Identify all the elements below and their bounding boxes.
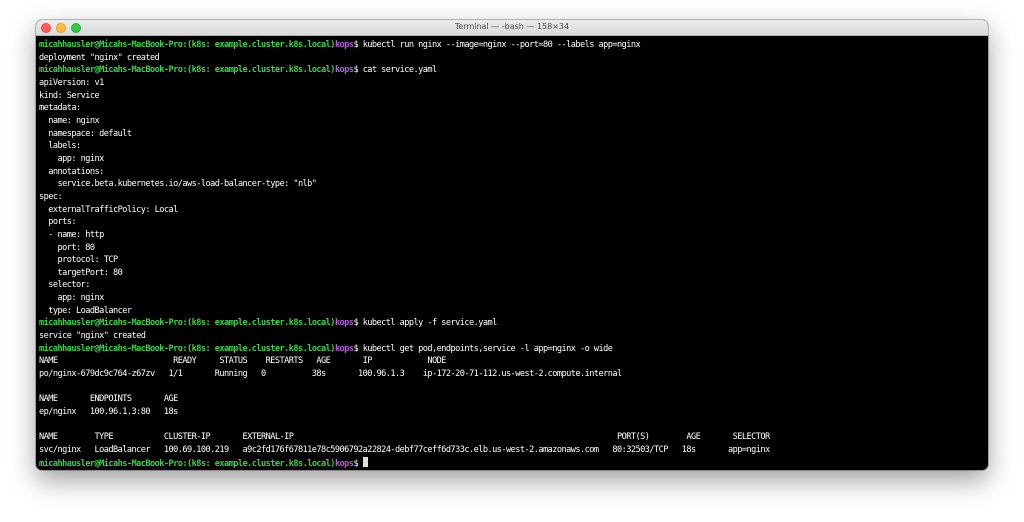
output-line: po/nginx-679dc9c764-z67zv 1/1 Running 0 …	[39, 369, 622, 380]
output-line: namespace: default	[39, 128, 132, 139]
output-line: spec:	[39, 191, 63, 202]
output-line: protocol: TCP	[39, 255, 118, 266]
command-text: kubectl get pod,endpoints,service -l app…	[362, 343, 613, 354]
prompt-user-host: micahhausler@Micahs-MacBook-Pro	[39, 458, 183, 469]
output-line: app: nginx	[39, 293, 104, 304]
output-line: app: nginx	[39, 153, 104, 164]
prompt-profile: kops	[334, 343, 354, 354]
prompt-k8s-context: :(k8s: example.cluster.k8s.local)	[182, 343, 335, 354]
output-line: ports:	[39, 217, 76, 228]
window-title: Terminal — -bash — 158×34	[454, 22, 570, 31]
prompt-profile: kops	[334, 40, 354, 50]
terminal-output[interactable]: micahhausler@Micahs-MacBook-Pro:(k8s: ex…	[36, 36, 988, 469]
output-line: - name: http	[39, 229, 104, 240]
command-line: micahhausler@Micahs-MacBook-Pro:(k8s: ex…	[39, 64, 988, 77]
output-line: service.beta.kubernetes.io/aws-load-bala…	[39, 179, 317, 190]
prompt-symbol: $	[353, 65, 363, 76]
prompt-user-host: micahhausler@Micahs-MacBook-Pro	[39, 65, 183, 76]
output-line: NAME READY STATUS RESTARTS AGE IP NODE	[39, 356, 446, 367]
command-text: kubectl apply -f service.yaml	[362, 318, 498, 329]
output-line: annotations:	[39, 166, 104, 177]
prompt-symbol: $	[353, 318, 363, 329]
prompt-k8s-context: :(k8s: example.cluster.k8s.local)	[182, 65, 335, 76]
prompt-profile: kops	[334, 458, 354, 469]
output-line: labels:	[39, 141, 81, 152]
output-line: kind: Service	[39, 90, 100, 101]
terminal-window: Terminal — -bash — 158×34 micahhausler@M…	[36, 20, 988, 470]
output-line: service "nginx" created	[39, 331, 146, 342]
prompt-symbol: $	[353, 343, 363, 354]
prompt-symbol: $	[353, 458, 363, 469]
prompt-profile: kops	[334, 318, 354, 329]
output-line: metadata:	[39, 103, 81, 114]
text-cursor	[362, 456, 368, 467]
output-line: externalTrafficPolicy: Local	[39, 204, 178, 215]
output-line: port: 80	[39, 242, 95, 253]
prompt-profile: kops	[334, 65, 354, 76]
prompt-k8s-context: :(k8s: example.cluster.k8s.local)	[182, 318, 335, 329]
command-line: micahhausler@Micahs-MacBook-Pro:(k8s: ex…	[39, 317, 988, 330]
command-text: kubectl run nginx --image=nginx --port=8…	[362, 40, 641, 50]
current-prompt-line: micahhausler@Micahs-MacBook-Pro:(k8s: ex…	[39, 456, 988, 470]
output-line: type: LoadBalancer	[39, 305, 132, 316]
output-line: ep/nginx 100.96.1.3:80 18s	[39, 407, 178, 418]
title-bar[interactable]: Terminal — -bash — 158×34	[36, 20, 988, 36]
output-line: targetPort: 80	[39, 267, 123, 278]
output-line: deployment "nginx" created	[39, 52, 160, 63]
output-line: NAME TYPE CLUSTER-IP EXTERNAL-IP PORT(S)…	[39, 432, 770, 443]
command-line: micahhausler@Micahs-MacBook-Pro:(k8s: ex…	[39, 39, 988, 52]
output-line: name: nginx	[39, 115, 100, 126]
prompt-symbol: $	[353, 40, 363, 50]
prompt-user-host: micahhausler@Micahs-MacBook-Pro	[39, 40, 183, 50]
prompt-k8s-context: :(k8s: example.cluster.k8s.local)	[182, 40, 335, 50]
output-line: selector:	[39, 280, 90, 291]
output-line: apiVersion: v1	[39, 77, 104, 88]
command-text: cat service.yaml	[362, 65, 438, 76]
prompt-user-host: micahhausler@Micahs-MacBook-Pro	[39, 318, 183, 329]
output-line: NAME ENDPOINTS AGE	[39, 394, 178, 405]
prompt-k8s-context: :(k8s: example.cluster.k8s.local)	[182, 458, 335, 469]
prompt-user-host: micahhausler@Micahs-MacBook-Pro	[39, 343, 183, 354]
output-line: svc/nginx LoadBalancer 100.69.100.219 a9…	[39, 445, 770, 455]
command-line: micahhausler@Micahs-MacBook-Pro:(k8s: ex…	[39, 343, 988, 356]
